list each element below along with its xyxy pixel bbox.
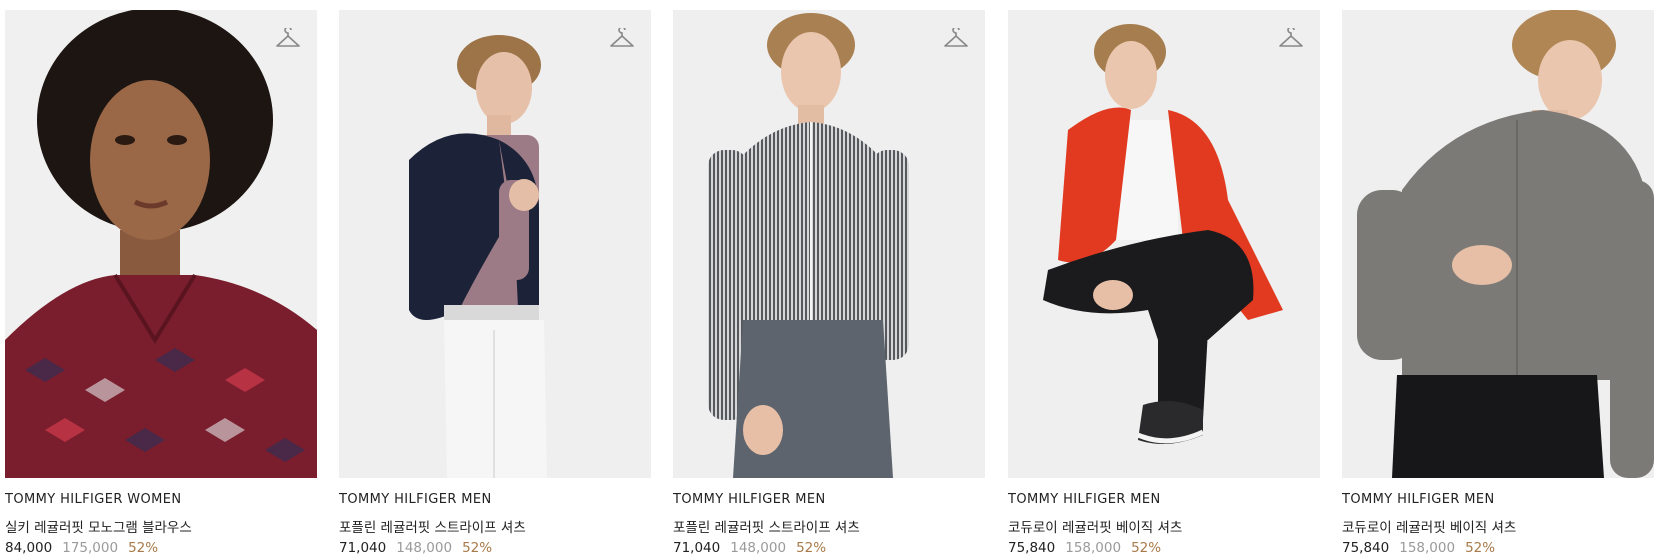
discount-rate: 52%	[462, 540, 493, 556]
product-grid: TOMMY HILFIGER WOMEN 실키 레귤러핏 모노그램 블라우스 8…	[5, 10, 1661, 558]
original-price: 148,000	[396, 540, 453, 556]
price-row: 71,040 148,000 52%	[339, 540, 651, 556]
product-brand[interactable]: TOMMY HILFIGER WOMEN	[5, 492, 317, 510]
discount-rate: 52%	[128, 540, 159, 556]
model-photo	[339, 10, 651, 478]
product-name[interactable]: 실키 레귤러핏 모노그램 블라우스	[5, 516, 317, 536]
product-card[interactable]: TOMMY HILFIGER MEN 코듀로이 레귤러핏 베이직 셔츠 75,8…	[1008, 10, 1320, 558]
product-card[interactable]: TOMMY HILFIGER MEN 포플린 레귤러핏 스트라이프 셔츠 71,…	[673, 10, 985, 558]
product-brand[interactable]: TOMMY HILFIGER MEN	[1008, 492, 1320, 510]
price-row: 84,000 175,000 52%	[5, 540, 317, 556]
product-name[interactable]: 코듀로이 레귤러핏 베이직 셔츠	[1342, 516, 1654, 536]
price-row: 75,840 158,000 52%	[1008, 540, 1320, 556]
sale-price: 75,840	[1008, 540, 1056, 556]
original-price: 175,000	[62, 540, 119, 556]
hanger-icon[interactable]	[275, 28, 301, 50]
product-image[interactable]	[1342, 10, 1654, 478]
product-image[interactable]	[673, 10, 985, 478]
model-photo	[1342, 10, 1654, 478]
product-image[interactable]	[1008, 10, 1320, 478]
product-brand[interactable]: TOMMY HILFIGER MEN	[673, 492, 985, 510]
product-brand[interactable]: TOMMY HILFIGER MEN	[339, 492, 651, 510]
product-name[interactable]: 포플린 레귤러핏 스트라이프 셔츠	[673, 516, 985, 536]
discount-rate: 52%	[1131, 540, 1162, 556]
product-image[interactable]	[339, 10, 651, 478]
sale-price: 75,840	[1342, 540, 1390, 556]
original-price: 158,000	[1065, 540, 1122, 556]
sale-price: 71,040	[673, 540, 721, 556]
product-card[interactable]: TOMMY HILFIGER MEN 포플린 레귤러핏 스트라이프 셔츠 71,…	[339, 10, 651, 558]
product-name[interactable]: 코듀로이 레귤러핏 베이직 셔츠	[1008, 516, 1320, 536]
product-image[interactable]	[5, 10, 317, 478]
price-row: 71,040 148,000 52%	[673, 540, 985, 556]
original-price: 158,000	[1399, 540, 1456, 556]
hanger-icon[interactable]	[943, 28, 969, 50]
model-photo	[1008, 10, 1320, 478]
sale-price: 71,040	[339, 540, 387, 556]
discount-rate: 52%	[796, 540, 827, 556]
price-row: 75,840 158,000 52%	[1342, 540, 1654, 556]
product-card[interactable]: TOMMY HILFIGER WOMEN 실키 레귤러핏 모노그램 블라우스 8…	[5, 10, 317, 558]
model-photo	[673, 10, 985, 478]
original-price: 148,000	[730, 540, 787, 556]
product-brand[interactable]: TOMMY HILFIGER MEN	[1342, 492, 1654, 510]
hanger-icon[interactable]	[609, 28, 635, 50]
sale-price: 84,000	[5, 540, 53, 556]
product-name[interactable]: 포플린 레귤러핏 스트라이프 셔츠	[339, 516, 651, 536]
product-card[interactable]: TOMMY HILFIGER MEN 코듀로이 레귤러핏 베이직 셔츠 75,8…	[1342, 10, 1654, 558]
discount-rate: 52%	[1465, 540, 1496, 556]
model-photo	[5, 10, 317, 478]
hanger-icon[interactable]	[1278, 28, 1304, 50]
